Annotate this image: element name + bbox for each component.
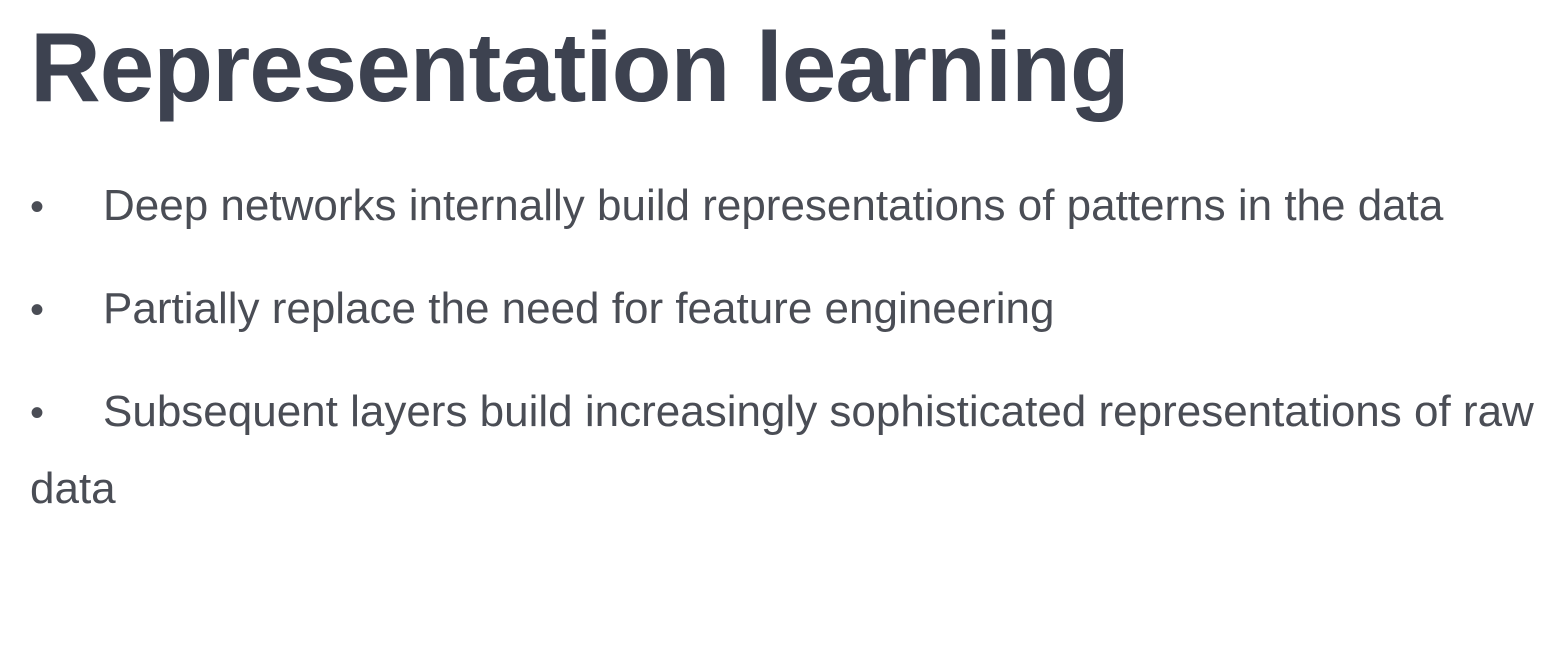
bullet-item: • Partially replace the need for feature … [30, 271, 1540, 348]
slide: Representation learning • Deep networks i… [0, 0, 1558, 648]
bullet-text: Partially replace the need for feature e… [103, 284, 1055, 333]
bullet-item: • Subsequent layers build increasingly so… [30, 374, 1540, 527]
bullet-item: • Deep networks internally build represen… [30, 168, 1540, 245]
bullet-icon: • [30, 185, 45, 229]
bullet-icon: • [30, 391, 45, 435]
bullet-text: Deep networks internally build represent… [103, 181, 1444, 230]
bullet-icon: • [30, 288, 45, 332]
bullet-list: • Deep networks internally build represen… [30, 168, 1540, 553]
slide-title: Representation learning [30, 12, 1130, 122]
bullet-text: Subsequent layers build increasingly sop… [30, 387, 1534, 513]
